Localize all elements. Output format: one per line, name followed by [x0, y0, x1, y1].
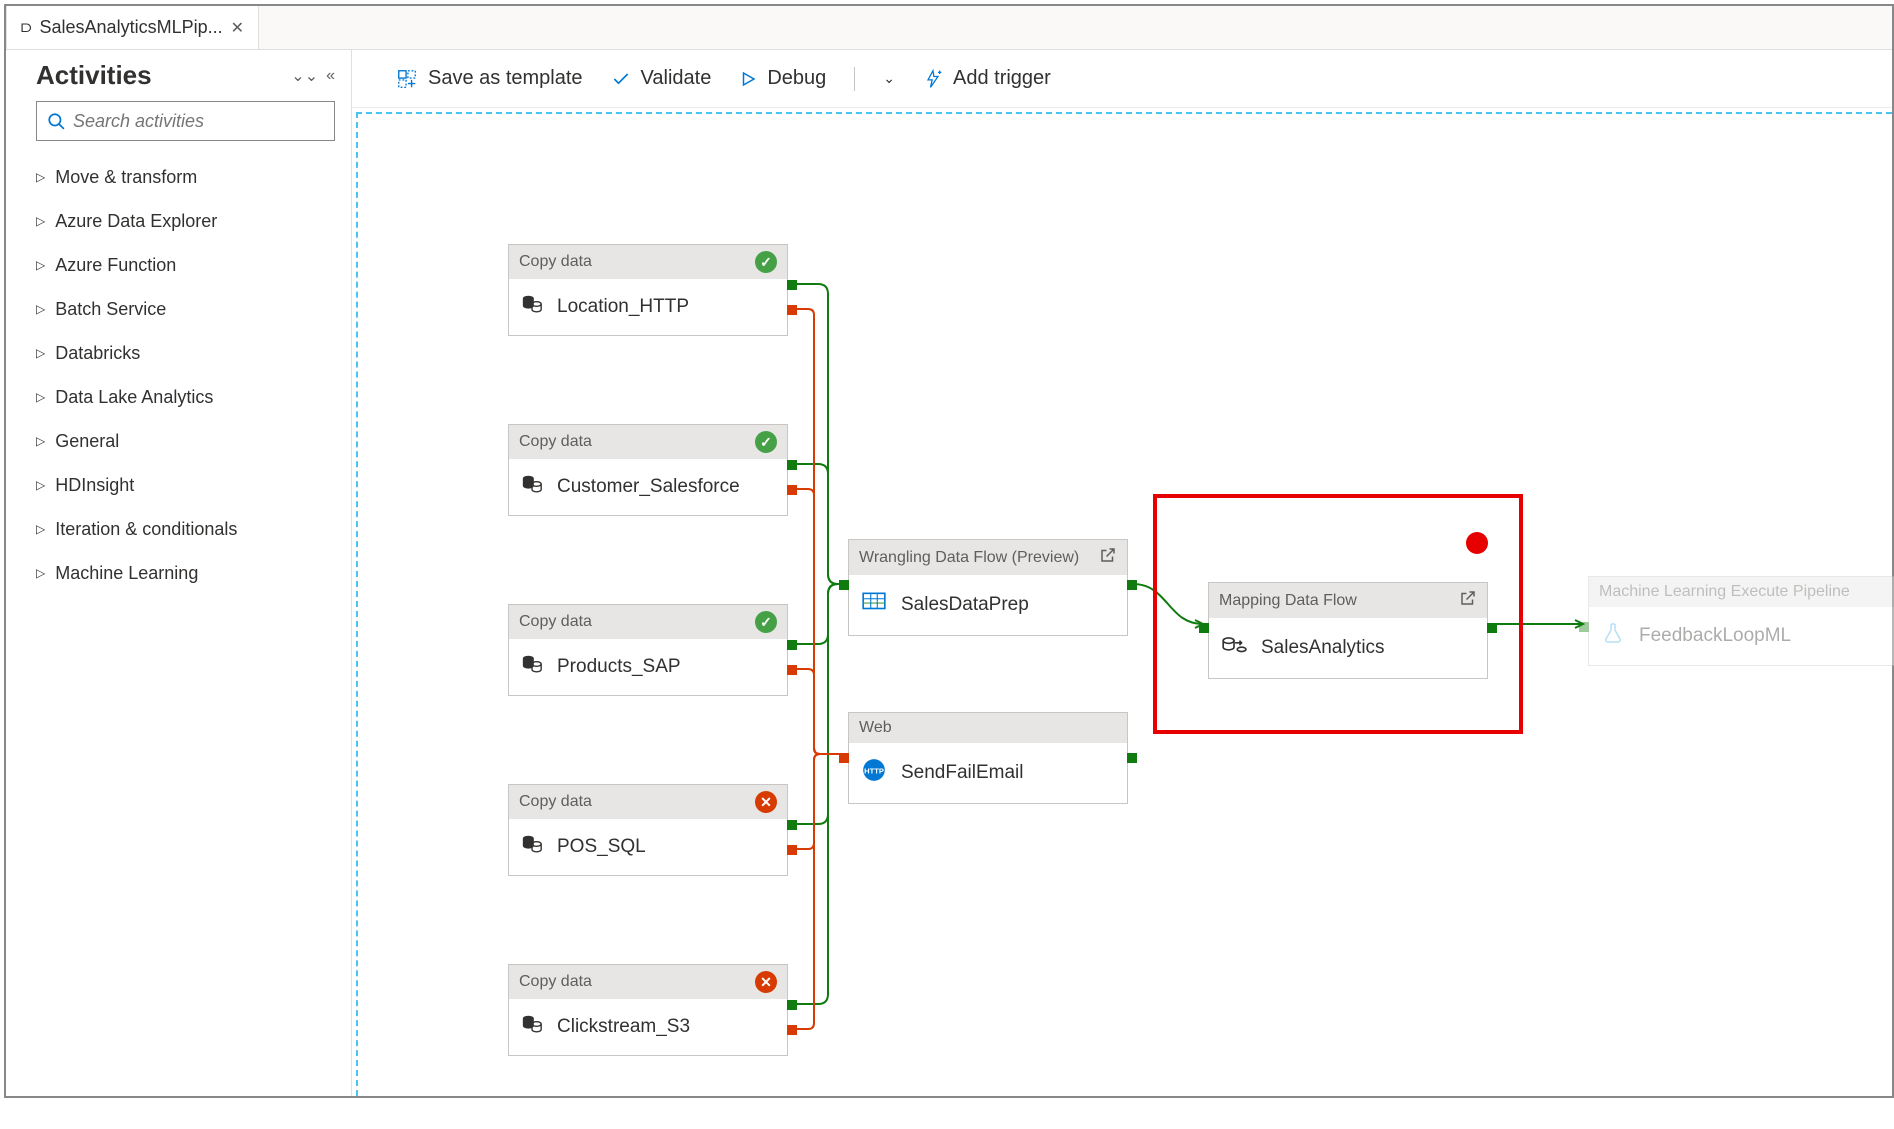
http-icon: HTTP [861, 757, 887, 789]
node-feedback-loop-ml[interactable]: Machine Learning Execute Pipeline Feedba… [1588, 576, 1894, 666]
category-batch-service[interactable]: ▷Batch Service [36, 287, 335, 331]
close-icon[interactable]: ✕ [231, 18, 244, 38]
tab-bar: ⫐ SalesAnalyticsMLPip... ✕ [6, 6, 1892, 50]
category-general[interactable]: ▷General [36, 419, 335, 463]
node-sales-data-prep[interactable]: Wrangling Data Flow (Preview) SalesDataP… [848, 539, 1128, 636]
category-azure-function[interactable]: ▷Azure Function [36, 243, 335, 287]
open-link-icon[interactable] [1099, 546, 1117, 569]
table-icon [861, 589, 887, 621]
expand-all-icon[interactable]: ⌄⌄ [291, 66, 318, 86]
category-azure-data-explorer[interactable]: ▷Azure Data Explorer [36, 199, 335, 243]
category-move-transform[interactable]: ▷Move & transform [36, 155, 335, 199]
category-hdinsight[interactable]: ▷HDInsight [36, 463, 335, 507]
collapse-panel-icon[interactable]: « [326, 67, 335, 85]
activities-panel: Activities ⌄⌄ « ▷Move & transform ▷Azure… [6, 50, 352, 1096]
node-clickstream-s3[interactable]: Copy data✕ Clickstream_S3 [508, 964, 788, 1056]
status-success-icon: ✓ [755, 431, 777, 453]
check-icon [611, 69, 631, 89]
save-template-button[interactable]: Save as template [396, 67, 583, 90]
template-icon [396, 68, 418, 90]
debug-dropdown[interactable]: ⌄ [883, 70, 895, 87]
trigger-icon [923, 69, 943, 89]
pipeline-toolbar: Save as template Validate Debug ⌄ Add tr… [352, 50, 1892, 108]
highlight-box [1153, 494, 1523, 734]
search-icon [47, 112, 65, 130]
pipeline-tab[interactable]: ⫐ SalesAnalyticsMLPip... ✕ [6, 6, 259, 49]
database-icon [521, 473, 543, 501]
tab-title: SalesAnalyticsMLPip... [40, 17, 223, 38]
node-send-fail-email[interactable]: Web HTTPSendFailEmail [848, 712, 1128, 804]
status-success-icon: ✓ [755, 611, 777, 633]
play-icon [739, 70, 757, 88]
pipeline-canvas[interactable]: Copy data✓ Location_HTTP Copy data✓ Cust… [356, 112, 1892, 1096]
validate-button[interactable]: Validate [611, 67, 712, 90]
node-customer-salesforce[interactable]: Copy data✓ Customer_Salesforce [508, 424, 788, 516]
category-databricks[interactable]: ▷Databricks [36, 331, 335, 375]
search-activities[interactable] [36, 101, 335, 141]
database-icon [521, 1013, 543, 1041]
node-location-http[interactable]: Copy data✓ Location_HTTP [508, 244, 788, 336]
pipeline-icon: ⫐ [21, 17, 32, 38]
database-icon [521, 833, 543, 861]
category-iteration-conditionals[interactable]: ▷Iteration & conditionals [36, 507, 335, 551]
activities-title: Activities [36, 60, 283, 91]
search-input[interactable] [65, 110, 324, 133]
node-products-sap[interactable]: Copy data✓ Products_SAP [508, 604, 788, 696]
database-icon [521, 293, 543, 321]
database-icon [521, 653, 543, 681]
status-success-icon: ✓ [755, 251, 777, 273]
category-machine-learning[interactable]: ▷Machine Learning [36, 551, 335, 595]
highlight-dot [1466, 532, 1488, 554]
svg-text:HTTP: HTTP [864, 766, 884, 775]
status-fail-icon: ✕ [755, 791, 777, 813]
node-pos-sql[interactable]: Copy data✕ POS_SQL [508, 784, 788, 876]
add-trigger-button[interactable]: Add trigger [923, 67, 1051, 90]
debug-button[interactable]: Debug [739, 67, 826, 90]
category-data-lake-analytics[interactable]: ▷Data Lake Analytics [36, 375, 335, 419]
status-fail-icon: ✕ [755, 971, 777, 993]
flask-icon [1601, 621, 1625, 651]
separator [854, 67, 855, 91]
